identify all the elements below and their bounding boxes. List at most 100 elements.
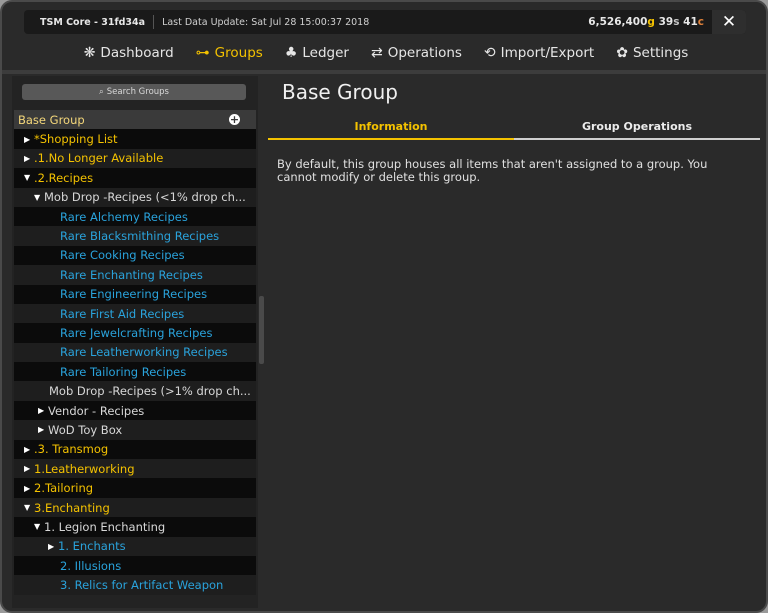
tree-row[interactable]: Rare Leatherworking Recipes [14,342,256,363]
chevron-right-icon[interactable]: ▶ [24,154,34,163]
search-groups-input[interactable]: ⌕ Search Groups [22,84,246,100]
nav-settings-label: Settings [632,45,689,61]
sidebar-scrollbar[interactable] [259,296,264,364]
tree-row-label: Mob Drop -Recipes (>1% drop ch... [49,384,251,399]
silver-amount: 39 [658,16,674,28]
tree-row-label: Vendor - Recipes [48,403,145,418]
nav-divider [2,70,766,74]
page-title: Base Group [282,80,398,104]
chevron-right-icon[interactable]: ▶ [48,542,58,551]
tree-row-label: Rare Blacksmithing Recipes [60,229,220,244]
tree-row-label: Rare Tailoring Recipes [60,364,187,379]
tree-row[interactable]: Rare Enchanting Recipes [14,265,256,285]
tree-row-label: .3. Transmog [34,442,109,457]
tree-row-label: 2. Illusions [60,558,122,573]
tree-row[interactable]: ▼ Mob Drop -Recipes (<1% drop ch... [14,187,256,207]
tree-row-label: Rare Enchanting Recipes [60,267,203,282]
tree-row[interactable]: Rare Engineering Recipes [14,284,256,304]
tsm-window: TSM Core - 31fd34a Last Data Update: Sat… [0,0,768,613]
tree-row-label: Rare Alchemy Recipes [60,209,188,224]
nav-operations-label: Operations [387,45,462,61]
title-bar: TSM Core - 31fd34a Last Data Update: Sat… [24,10,746,34]
silver-unit: s [673,16,680,28]
tree-row[interactable]: ▶ .3. Transmog [14,439,256,460]
tree-row-label: Mob Drop -Recipes (<1% drop ch... [44,190,246,205]
tree-row-label: 1. Legion Enchanting [44,519,166,534]
nav-settings[interactable]: ✿ Settings [616,45,688,61]
detail-tabs: Information Group Operations [268,118,760,140]
import-export-icon: ⟲ [483,45,496,61]
nav-dashboard[interactable]: ❋ Dashboard [84,45,174,61]
tree-row[interactable]: Rare Blacksmithing Recipes [14,226,256,246]
group-sidebar: ⌕ Search Groups Base Group + ▶ *Shopping… [12,76,258,608]
main-nav: ❋ Dashboard ⊶ Groups ♣ Ledger ⇄ Operatio… [2,36,766,70]
tree-row-label: Rare Engineering Recipes [60,287,208,302]
chevron-down-icon[interactable]: ▼ [34,193,44,202]
tree-row[interactable]: ▶ *Shopping List [14,129,256,149]
tree-row-label: 2.Tailoring [34,481,94,496]
nav-ledger[interactable]: ♣ Ledger [285,45,349,61]
tree-row-label: 1. Enchants [58,539,126,554]
chevron-right-icon[interactable]: ▶ [24,135,34,144]
nav-import-export-label: Import/Export [500,45,595,61]
chevron-right-icon[interactable]: ▶ [24,464,34,473]
dashboard-icon: ❋ [83,45,96,61]
app-version: TSM Core - 31fd34a [40,16,146,28]
tree-row[interactable]: ▶ .1.No Longer Available [14,148,256,169]
tab-group-operations[interactable]: Group Operations [514,118,760,140]
chevron-right-icon[interactable]: ▶ [38,425,48,434]
search-icon: ⌕ [99,87,104,97]
tree-row[interactable]: Rare Tailoring Recipes [14,362,256,382]
tree-row[interactable]: 2. Illusions [14,555,256,576]
tree-row[interactable]: ▶ 2.Tailoring [14,478,256,498]
tree-row[interactable]: ▼ 3.Enchanting [14,497,256,518]
tree-row[interactable]: ▶ Vendor - Recipes [14,400,256,421]
tree-row-label: 1.Leatherworking [34,461,135,476]
tree-row[interactable]: Mob Drop -Recipes (>1% drop ch... [14,381,256,401]
tree-row[interactable]: ▶ 1. Enchants [14,536,256,556]
chevron-down-icon[interactable]: ▼ [24,173,34,182]
tab-information[interactable]: Information [268,118,514,140]
nav-dashboard-label: Dashboard [100,45,174,61]
ledger-icon: ♣ [284,45,298,61]
chevron-right-icon[interactable]: ▶ [38,406,48,415]
tree-row[interactable]: ▼ 1. Legion Enchanting [14,517,256,537]
tree-row[interactable]: ▶ 1.Leatherworking [14,459,256,479]
chevron-down-icon[interactable]: ▼ [34,522,44,531]
tree-row[interactable]: Rare Alchemy Recipes [14,206,256,227]
gold-balance: 6,526,400g 39s 41c [588,16,704,28]
gold-unit: g [647,16,655,28]
last-update-text: Last Data Update: Sat Jul 28 15:00:37 20… [162,16,370,28]
close-button[interactable]: ✕ [712,10,746,34]
nav-ledger-label: Ledger [302,45,349,61]
tree-row-label: .1.No Longer Available [34,151,164,166]
chevron-down-icon[interactable]: ▼ [24,503,34,512]
tree-row[interactable]: ▶ WoD Toy Box [14,420,256,440]
search-placeholder: Search Groups [106,87,169,97]
tree-row[interactable]: Rare Cooking Recipes [14,245,256,266]
nav-groups-label: Groups [214,45,263,61]
tree-row[interactable]: Rare Jewelcrafting Recipes [14,323,256,343]
chevron-right-icon[interactable]: ▶ [24,445,34,454]
group-description: By default, this group houses all items … [277,157,708,184]
nav-operations[interactable]: ⇄ Operations [371,45,462,61]
add-group-icon[interactable]: + [229,114,240,126]
tree-row[interactable]: Rare First Aid Recipes [14,303,256,324]
nav-import-export[interactable]: ⟲ Import/Export [484,45,594,61]
nav-groups[interactable]: ⊶ Groups [196,45,263,61]
tree-row-label: *Shopping List [34,132,118,147]
tree-row[interactable]: ▼ .2.Recipes [14,168,256,188]
operations-icon: ⇄ [370,45,383,61]
groups-icon: ⊶ [195,45,210,61]
group-tree: Base Group + ▶ *Shopping List ▶ .1.No Lo… [14,110,256,595]
tree-row-label: Rare Jewelcrafting Recipes [60,325,213,340]
tree-row-label: 3.Enchanting [34,500,110,515]
tree-row[interactable]: 3. Relics for Artifact Weapon [14,575,256,595]
chevron-right-icon[interactable]: ▶ [24,484,34,493]
copper-amount: 41 [683,16,698,28]
gold-amount: 6,526,400 [588,16,648,28]
tree-row-base-group[interactable]: Base Group + [14,110,256,130]
settings-icon: ✿ [616,45,628,61]
tree-row-label: Rare First Aid Recipes [60,306,185,321]
base-group-label: Base Group [18,112,85,127]
